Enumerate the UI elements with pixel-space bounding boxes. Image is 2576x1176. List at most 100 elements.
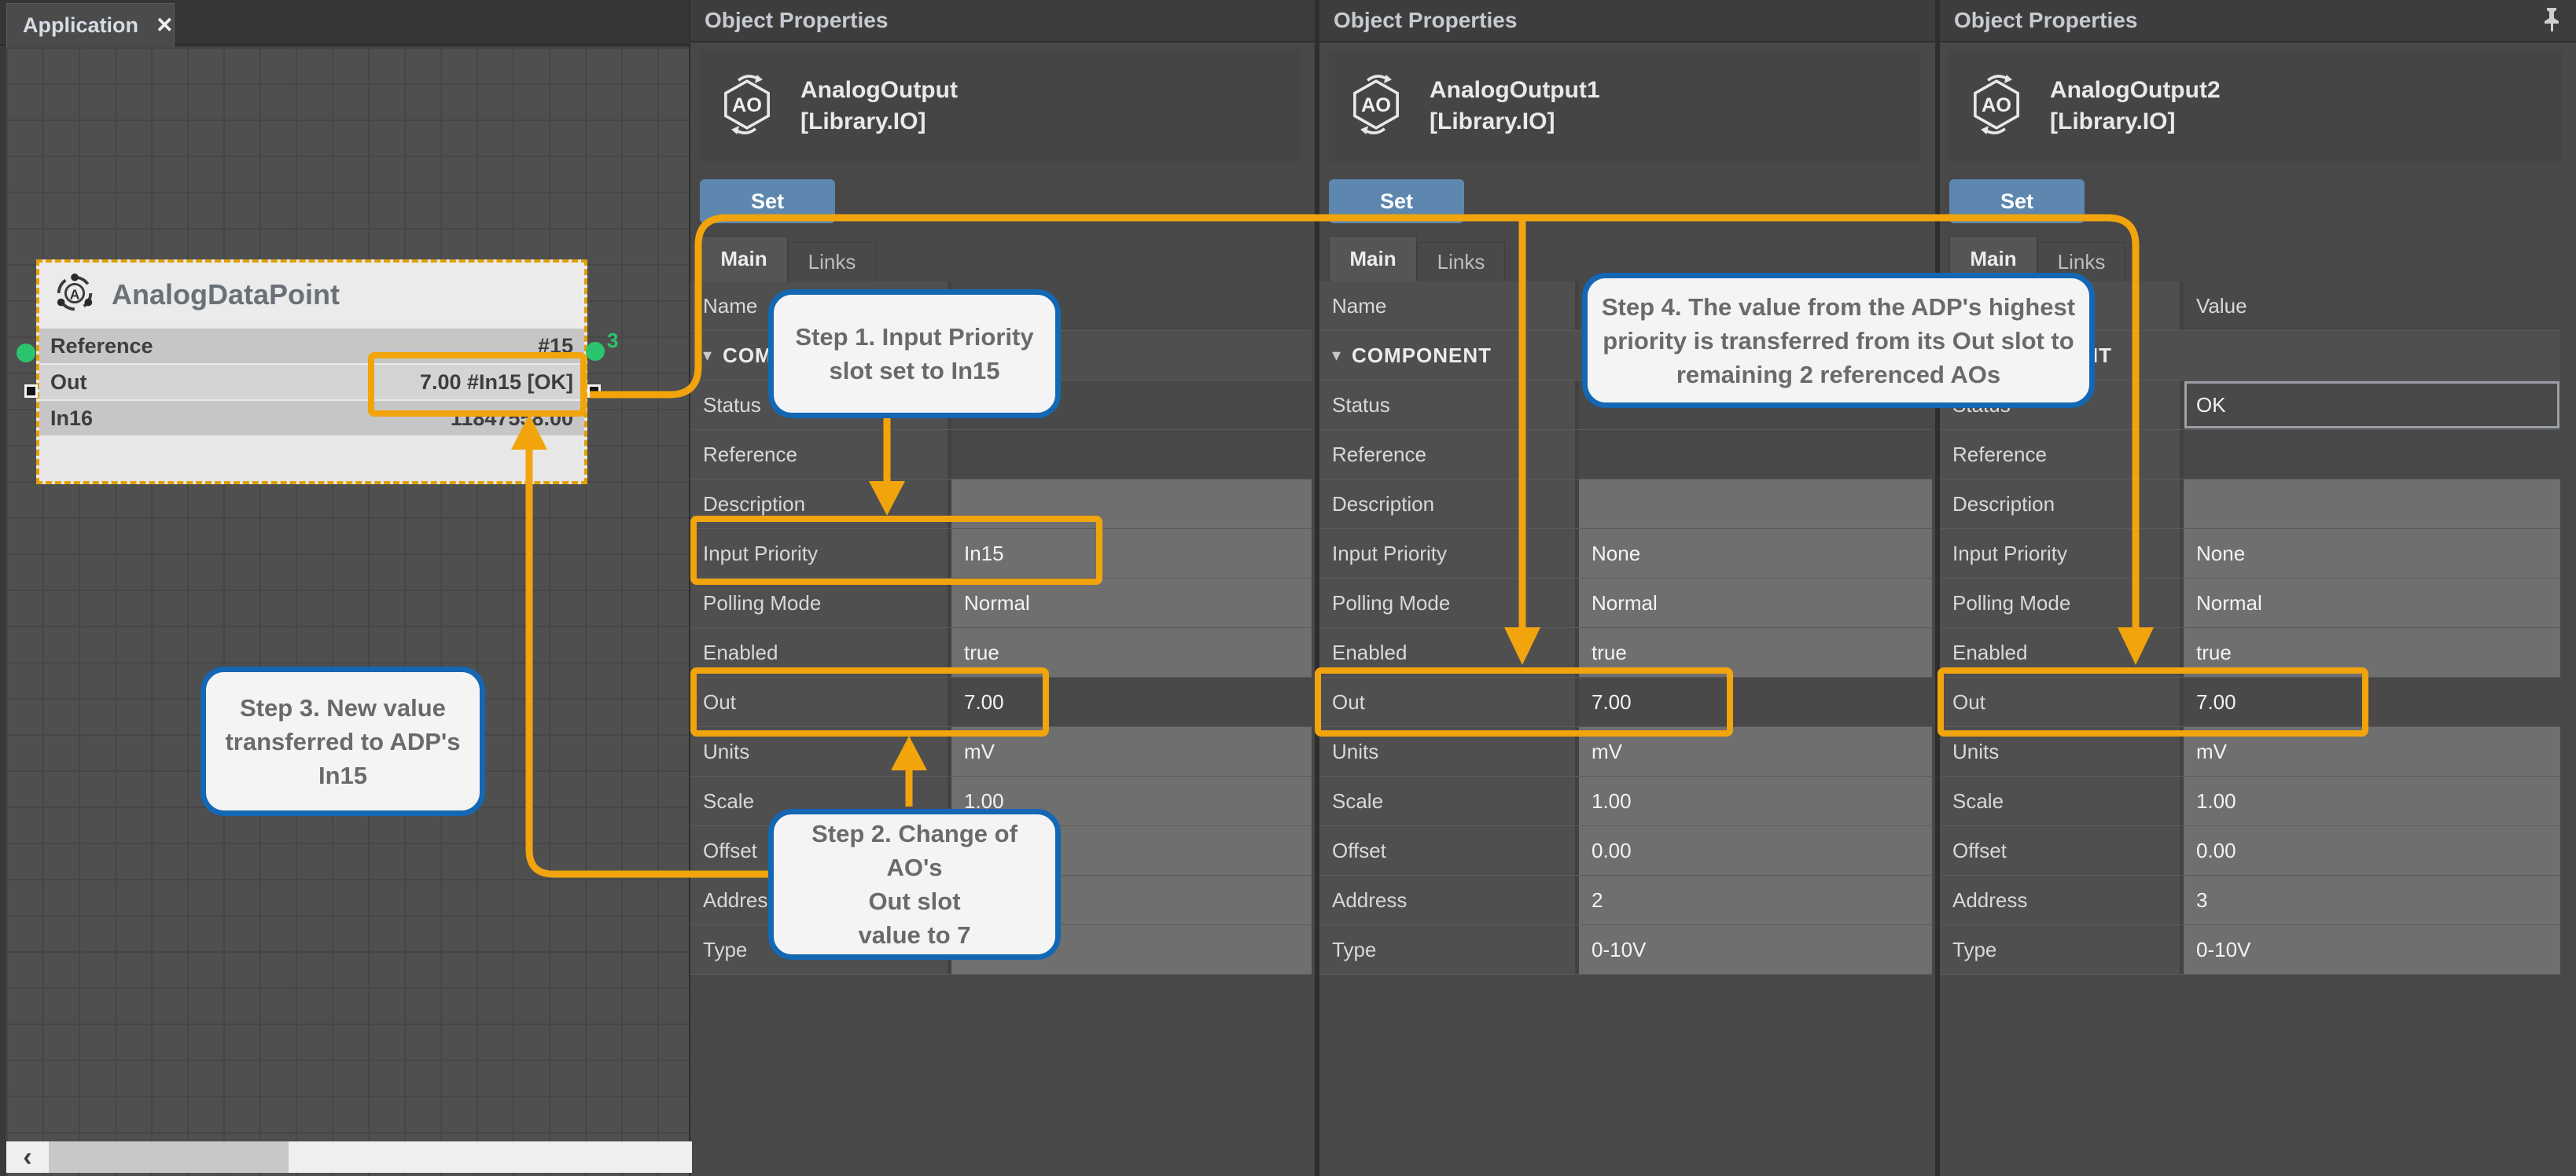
property-label: Scale bbox=[1940, 777, 2184, 825]
svg-text:AO: AO bbox=[732, 94, 762, 116]
property-row-reference: Reference bbox=[1319, 430, 1932, 480]
adp-left-port[interactable] bbox=[17, 344, 35, 362]
property-label: Status bbox=[1319, 380, 1579, 429]
property-value[interactable]: mV bbox=[2184, 727, 2560, 776]
chevron-down-icon[interactable]: ▾ bbox=[703, 345, 712, 366]
chevron-down-icon[interactable]: ▾ bbox=[1332, 345, 1341, 366]
property-value[interactable]: true bbox=[1579, 628, 1932, 677]
property-label: Out bbox=[1319, 678, 1579, 726]
panel-titlebar: Object Properties bbox=[1319, 0, 1935, 42]
property-value[interactable]: 1.00 bbox=[1579, 777, 1932, 825]
adp-slot-in16[interactable]: In1611847558.00 bbox=[39, 401, 584, 435]
property-value[interactable]: In15 bbox=[951, 529, 1312, 578]
property-label: Address bbox=[1319, 876, 1579, 924]
property-value[interactable]: 0.00 bbox=[1579, 826, 1932, 875]
callout-step2: Step 2. Change of AO's Out slot value to… bbox=[768, 809, 1061, 960]
tab-main[interactable]: Main bbox=[700, 236, 788, 281]
object-names: AnalogOutput2[Library.IO] bbox=[2050, 77, 2221, 135]
callout-step3: Step 3. New value transferred to ADP's I… bbox=[201, 667, 485, 816]
pin-icon[interactable] bbox=[2541, 6, 2562, 36]
property-value[interactable]: None bbox=[2184, 529, 2560, 578]
property-value[interactable]: mV bbox=[951, 727, 1312, 776]
adp-slot-name: In16 bbox=[50, 406, 93, 431]
scroll-left-icon[interactable]: ‹ bbox=[6, 1142, 49, 1173]
property-row-type: Type0-10V bbox=[1319, 925, 1932, 975]
property-label: Units bbox=[1319, 727, 1579, 776]
group-label: COMPONENT bbox=[1352, 344, 1492, 368]
tab-links[interactable]: Links bbox=[1417, 242, 1505, 281]
adp-resize-handle-left[interactable] bbox=[24, 384, 38, 398]
property-value[interactable]: Normal bbox=[951, 579, 1312, 627]
adp-right-port[interactable] bbox=[586, 342, 605, 361]
property-value[interactable]: 3 bbox=[2184, 876, 2560, 924]
property-value[interactable]: 0.00 bbox=[2184, 826, 2560, 875]
adp-footer bbox=[39, 437, 584, 481]
property-value[interactable]: OK bbox=[2184, 380, 2560, 429]
property-row-enabled: Enabledtrue bbox=[690, 628, 1312, 678]
panel-title: Object Properties bbox=[1334, 8, 1517, 33]
adp-slot-reference[interactable]: Reference#15 bbox=[39, 329, 584, 363]
tab-links[interactable]: Links bbox=[788, 242, 876, 281]
property-value[interactable]: None bbox=[1579, 529, 1932, 578]
object-properties-panel-0: Object PropertiesAOAnalogOutput[Library.… bbox=[690, 0, 1315, 1176]
property-label: Input Priority bbox=[1319, 529, 1579, 578]
canvas-horizontal-scrollbar[interactable]: ‹ bbox=[6, 1141, 692, 1173]
property-value[interactable]: 7.00 bbox=[951, 678, 1312, 726]
property-label: Polling Mode bbox=[1319, 579, 1579, 627]
property-label: Description bbox=[1940, 480, 2184, 528]
object-name: AnalogOutput1 bbox=[1430, 77, 1600, 104]
property-row-polling-mode: Polling ModeNormal bbox=[1940, 579, 2560, 628]
object-header-card: AOAnalogOutput2[Library.IO] bbox=[1949, 50, 2562, 162]
tab-application-label: Application bbox=[23, 13, 138, 38]
property-value[interactable]: Normal bbox=[1579, 579, 1932, 627]
property-value[interactable]: 1.00 bbox=[2184, 777, 2560, 825]
property-value[interactable]: 2 bbox=[1579, 876, 1932, 924]
scrollbar-thumb[interactable] bbox=[49, 1141, 289, 1173]
property-value[interactable]: 0-10V bbox=[1579, 925, 1932, 974]
property-value[interactable] bbox=[1579, 430, 1932, 479]
property-value[interactable] bbox=[1579, 480, 1932, 528]
property-label: Type bbox=[1319, 925, 1579, 974]
tab-main[interactable]: Main bbox=[1329, 236, 1417, 281]
canvas-area: Application ✕ A AnalogDataPoint Referenc… bbox=[0, 0, 689, 1176]
property-label: Units bbox=[690, 727, 951, 776]
property-row-address: Address2 bbox=[1319, 876, 1932, 925]
adp-resize-handle-right[interactable] bbox=[587, 384, 601, 398]
property-row-out: Out7.00 bbox=[1319, 678, 1932, 727]
property-value[interactable]: true bbox=[951, 628, 1312, 677]
tab-application[interactable]: Application ✕ bbox=[6, 3, 175, 47]
object-library: [Library.IO] bbox=[2050, 108, 2221, 135]
property-value[interactable] bbox=[951, 480, 1312, 528]
property-label: Offset bbox=[1940, 826, 2184, 875]
adp-slot-out[interactable]: Out7.00 #In15 [OK] bbox=[39, 365, 584, 399]
property-value[interactable]: 7.00 bbox=[1579, 678, 1932, 726]
close-icon[interactable]: ✕ bbox=[156, 13, 174, 38]
property-row-units: UnitsmV bbox=[690, 727, 1312, 777]
property-value[interactable]: 0-10V bbox=[2184, 925, 2560, 974]
callout-step1: Step 1. Input Priority slot set to In15 bbox=[768, 289, 1061, 418]
property-label: Reference bbox=[1940, 430, 2184, 479]
property-value[interactable]: mV bbox=[1579, 727, 1932, 776]
set-button[interactable]: Set bbox=[1949, 179, 2085, 223]
property-label: Input Priority bbox=[1940, 529, 2184, 578]
property-value[interactable] bbox=[2184, 480, 2560, 528]
diagram-grid[interactable] bbox=[6, 47, 689, 1176]
set-button[interactable]: Set bbox=[700, 179, 835, 223]
property-label: Description bbox=[690, 480, 951, 528]
property-label: Enabled bbox=[1319, 628, 1579, 677]
property-value[interactable] bbox=[951, 430, 1312, 479]
analog-data-point-block[interactable]: A AnalogDataPoint Reference#15Out7.00 #I… bbox=[36, 259, 587, 484]
property-value[interactable] bbox=[2184, 430, 2560, 479]
property-value[interactable]: true bbox=[2184, 628, 2560, 677]
set-button[interactable]: Set bbox=[1329, 179, 1464, 223]
property-value[interactable]: Normal bbox=[2184, 579, 2560, 627]
object-names: AnalogOutput1[Library.IO] bbox=[1430, 77, 1600, 135]
property-value[interactable]: 7.00 bbox=[2184, 678, 2560, 726]
property-label: Enabled bbox=[1940, 628, 2184, 677]
object-properties-panel-2: Object PropertiesAOAnalogOutput2[Library… bbox=[1940, 0, 2576, 1176]
property-label: Units bbox=[1940, 727, 2184, 776]
panel-titlebar: Object Properties bbox=[690, 0, 1315, 42]
property-label: Polling Mode bbox=[690, 579, 951, 627]
object-properties-panel-1: Object PropertiesAOAnalogOutput1[Library… bbox=[1319, 0, 1935, 1176]
property-label: Enabled bbox=[690, 628, 951, 677]
